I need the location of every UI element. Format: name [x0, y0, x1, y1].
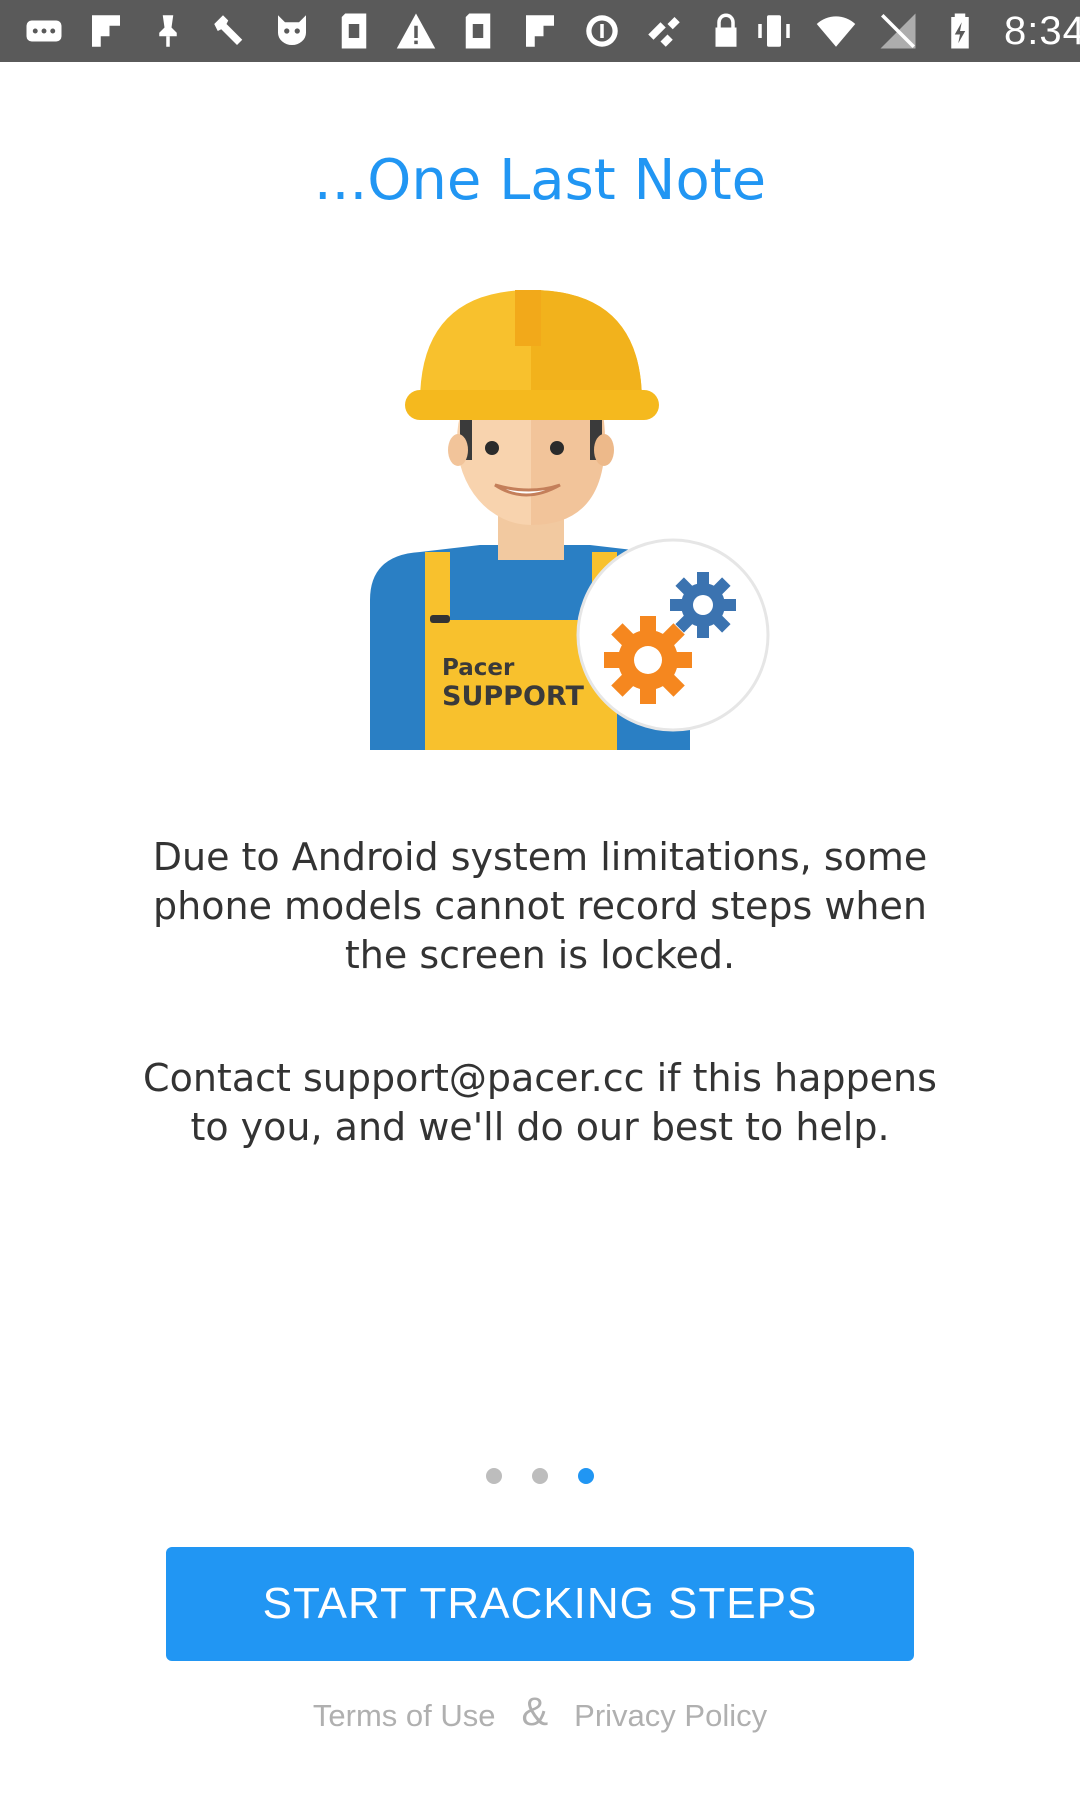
limitation-message: Due to Android system limitations, some … [152, 835, 928, 977]
page-title: ...One Last Note [313, 148, 767, 213]
contact-message: Contact support@pacer.cc if this happens… [143, 1056, 937, 1149]
sd-card-icon [454, 7, 502, 55]
messages-icon [20, 7, 68, 55]
page-indicator [0, 1468, 1080, 1484]
privacy-policy-link[interactable]: Privacy Policy [574, 1698, 767, 1734]
flipboard-icon [516, 7, 564, 55]
page-dot [486, 1468, 502, 1484]
flipboard-icon [82, 7, 130, 55]
page-dot-active [578, 1468, 594, 1484]
status-time: 8:34 [1004, 8, 1080, 53]
warning-icon [392, 7, 440, 55]
no-signal-icon [874, 7, 922, 55]
legal-footer: Terms of Use & Privacy Policy [0, 1690, 1080, 1735]
circle-notification-icon [578, 7, 626, 55]
status-notifications [20, 7, 750, 55]
wrench-icon [206, 7, 254, 55]
start-tracking-steps-button[interactable]: START TRACKING STEPS [166, 1547, 914, 1661]
status-bar: 8:34 [0, 0, 1080, 62]
terms-of-use-link[interactable]: Terms of Use [313, 1698, 496, 1734]
sd-card-icon [330, 7, 378, 55]
lock-icon [702, 7, 750, 55]
badge-text-pacer: Pacer [442, 655, 515, 681]
status-system: 8:34 [750, 7, 1080, 55]
cat-icon [268, 7, 316, 55]
support-worker-image: Pacer SUPPORT [370, 286, 770, 750]
support-illustration: Pacer SUPPORT [360, 286, 780, 760]
fake-gps-icon [640, 7, 688, 55]
wifi-icon [812, 7, 860, 55]
battery-charging-icon [936, 7, 984, 55]
vibrate-icon [750, 7, 798, 55]
page-dot [532, 1468, 548, 1484]
badge-text-support: SUPPORT [442, 681, 584, 712]
notification-icon [144, 7, 192, 55]
footer-separator: & [521, 1690, 549, 1734]
